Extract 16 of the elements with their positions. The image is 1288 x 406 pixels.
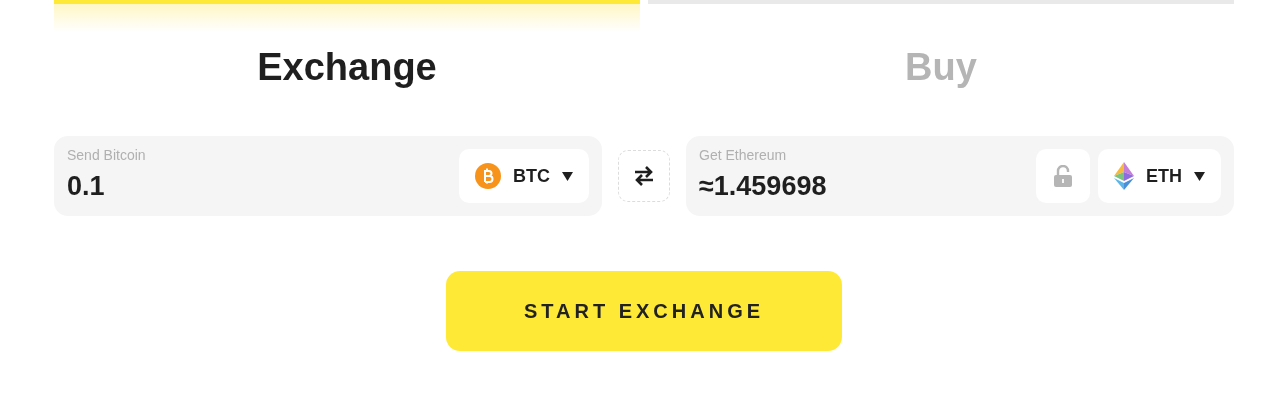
- currency-select[interactable]: ETH: [1098, 149, 1221, 203]
- caret-icon: [562, 171, 573, 181]
- swap-icon: [634, 165, 654, 187]
- start-exchange-button[interactable]: START EXCHANGE: [446, 271, 842, 351]
- unlocked-padlock-icon: [1054, 165, 1072, 187]
- receive-amount-field[interactable]: Get Ethereum ≈1.459698 ETH: [686, 136, 1234, 216]
- amount-input[interactable]: 0.1: [67, 166, 367, 207]
- caret-icon: [1194, 171, 1205, 181]
- field-label: Send Bitcoin: [67, 146, 147, 166]
- currency-select[interactable]: BTC: [459, 149, 589, 203]
- send-amount-field[interactable]: Send Bitcoin 0.1 BTC: [54, 136, 602, 216]
- ethereum-icon: [1114, 162, 1134, 190]
- amount-input[interactable]: ≈1.459698: [699, 166, 999, 207]
- field-label: Get Ethereum: [699, 146, 788, 166]
- swap-button[interactable]: [618, 150, 670, 202]
- bitcoin-coin-icon: [475, 163, 501, 189]
